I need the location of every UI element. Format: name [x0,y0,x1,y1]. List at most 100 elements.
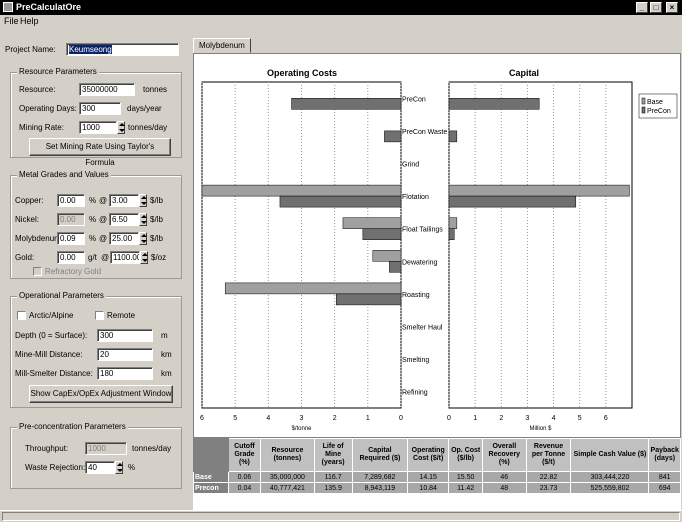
bar [279,195,402,208]
table-cell: 8,943,119 [351,482,409,494]
header-cell: Operating Cost ($/t) [407,438,450,472]
metal-grades-group: Metal Grades and Values Copper: 0.00 % @… [10,170,182,279]
preconcentration-title: Pre-concentration Parameters [17,422,128,431]
depth-input[interactable]: 300 [97,329,153,342]
copper-grade-input[interactable]: 0.00 [57,194,85,207]
gold-price-input[interactable]: 1100.00 [110,251,140,264]
status-bar [0,510,682,522]
capex-opex-button[interactable]: Show CapEx/OpEx Adjustment Window [29,385,173,403]
project-name-input[interactable]: Keumseong [66,43,179,56]
header-cell: Resource (tonnes) [260,438,315,472]
table-row[interactable]: Base 0.06 35,000,000 116.7 7,289,682 14.… [193,471,681,483]
molybdenum-price-unit: $/lb [150,234,163,243]
operational-parameters-title: Operational Parameters [17,291,106,300]
copper-price-spinner[interactable] [139,194,147,207]
bar [342,217,402,229]
chart-title: Capital [509,68,539,78]
header-cell: Life of Mine (years) [313,438,353,472]
tab-molybdenum[interactable]: Molybdenum [193,38,251,53]
menu-file[interactable]: File [4,16,19,26]
category-label: Flotation [402,194,429,201]
tick-label: 1 [473,415,477,422]
header-cell: Cutoff Grade (%) [227,438,262,472]
category-label: PreCon [402,96,426,103]
molybdenum-label: Molybdenum: [15,234,64,243]
menu-help[interactable]: Help [20,16,39,26]
close-icon[interactable]: × [666,2,678,13]
copper-at: @ [99,196,108,205]
gold-price-spinner[interactable] [140,251,148,264]
parameters-panel: Project Name: Keumseong Resource Paramet… [0,29,188,509]
gold-grade-input[interactable]: 0.00 [57,251,85,264]
waste-rejection-spinner[interactable] [115,461,123,474]
gold-grade-unit: g/t [88,253,97,262]
bar [336,293,402,306]
category-label: PreCon Waste [402,129,447,136]
bar [384,130,402,143]
taylor-formula-button[interactable]: Set Mining Rate Using Taylor's Formula [29,138,171,167]
tick-label: 3 [525,415,529,422]
resource-parameters-group: Resource Parameters Resource: 35000000 t… [10,67,182,167]
bar [291,98,402,110]
mill-smelter-unit: km [161,369,172,378]
minimize-icon[interactable]: _ [636,2,648,13]
operational-parameters-group: Operational Parameters Arctic/Alpine Rem… [10,291,182,408]
table-row[interactable]: Precon 0.04 40,777,421 135.9 8,943,119 1… [193,482,681,494]
bar [372,250,402,262]
table-cell: 48 [482,482,527,494]
bar [448,195,577,208]
legend-label: Base [647,99,663,106]
mine-mill-label: Mine-Mill Distance: [15,350,83,359]
window-title: PreCalculatOre [16,2,82,12]
plot-frame [448,81,633,409]
row-label: Precon [193,482,229,494]
refractory-gold-checkbox[interactable] [33,267,42,276]
axis-label: Million $ [529,426,552,432]
molybdenum-grade-input[interactable]: 0.09 [57,232,85,245]
arctic-alpine-checkbox[interactable] [17,311,26,320]
resource-parameters-title: Resource Parameters [17,67,99,76]
table-cell: 40,777,421 [260,482,315,494]
nickel-grade-unit: % [89,215,97,224]
menu-bar: File Help [0,15,682,29]
operating-days-input[interactable]: 300 [79,102,121,115]
table-cell: 7,289,682 [351,471,409,483]
depth-label: Depth (0 = Surface): [15,331,88,340]
nickel-price-spinner[interactable] [139,213,147,226]
throughput-input[interactable]: 1000 [85,442,127,455]
waste-rejection-input[interactable]: 40 [85,461,115,474]
resource-input[interactable]: 35000000 [79,83,135,96]
molybdenum-price-spinner[interactable] [139,232,147,245]
table-cell: 15.50 [448,471,484,483]
nickel-grade-input[interactable]: 0.00 [57,213,85,226]
header-cell: Simple Cash Value ($) [570,438,650,472]
copper-grade-unit: % [89,196,97,205]
mine-mill-input[interactable]: 20 [97,348,153,361]
gold-price-unit: $/oz [151,253,167,262]
results-table: Cutoff Grade (%) Resource (tonnes) Life … [193,438,681,494]
axis-label: $/tonne [291,426,312,432]
header-cell: Capital Required ($) [351,438,409,472]
bar [224,282,402,295]
table-cell: 303,444,220 [570,471,650,483]
table-cell: 525,559,802 [570,482,650,494]
throughput-label: Throughput: [25,444,69,453]
operating-days-label: Operating Days: [19,104,77,113]
molybdenum-price-input[interactable]: 25.00 [109,232,139,245]
metal-grades-title: Metal Grades and Values [17,170,111,179]
mill-smelter-input[interactable]: 180 [97,367,153,380]
legend-label: PreCon [647,108,671,115]
copper-price-input[interactable]: 3.00 [109,194,139,207]
arctic-alpine-label: Arctic/Alpine [29,311,74,320]
cost-charts: Operating Costs 6 5 4 3 2 1 0 $/tonne Capital 0 1 2 3… [200,68,678,432]
tick-label: 2 [499,415,503,422]
mining-rate-spinner[interactable] [117,121,125,134]
maximize-icon[interactable]: □ [650,2,662,13]
mill-smelter-label: Mill-Smelter Distance: [15,369,93,378]
table-cell: 35,000,000 [260,471,315,483]
remote-checkbox[interactable] [95,311,104,320]
mining-rate-input[interactable]: 1000 [79,121,117,134]
header-cell: Payback (days) [648,438,681,472]
header-cell: Op. Cost ($/lb) [448,438,484,472]
nickel-price-input[interactable]: 6.50 [109,213,139,226]
